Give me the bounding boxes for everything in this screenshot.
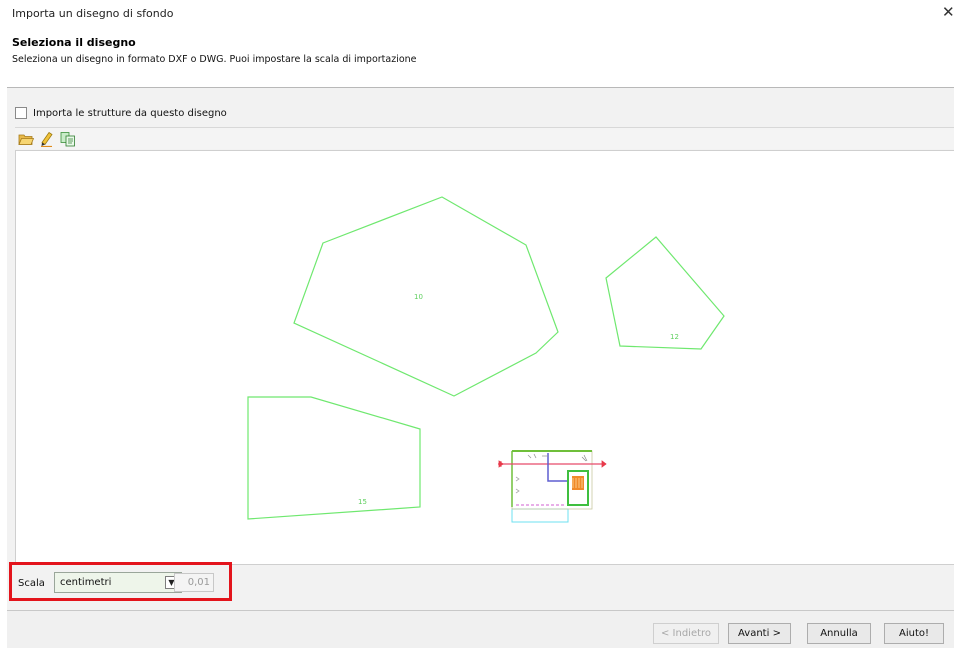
import-structures-label: Importa le strutture da questo disegno: [33, 107, 227, 119]
room-label-15: 15: [358, 498, 367, 506]
room-outline-10: [293, 196, 559, 397]
import-structures-option[interactable]: Importa le strutture da questo disegno: [15, 106, 227, 120]
page-title: Seleziona il disegno: [12, 36, 136, 49]
wizard-header: Seleziona il disegno Seleziona un disegn…: [7, 24, 954, 88]
room-label-10: 10: [414, 293, 423, 301]
close-icon[interactable]: ✕: [942, 4, 954, 20]
drawing-preview[interactable]: 10 12 15: [15, 150, 954, 565]
wizard-footer: < Indietro Avanti > Annulla Aiuto!: [7, 610, 954, 648]
copy-icon[interactable]: [60, 131, 76, 147]
pencil-icon[interactable]: [39, 131, 55, 147]
next-button[interactable]: Avanti >: [728, 623, 791, 644]
floorplan-detail: [498, 450, 607, 523]
page-subtitle: Seleziona un disegno in formato DXF o DW…: [12, 54, 417, 65]
back-button[interactable]: < Indietro: [653, 623, 719, 644]
folder-open-icon[interactable]: [18, 131, 34, 147]
room-label-12: 12: [670, 333, 679, 341]
scale-highlight-annotation: [9, 562, 232, 601]
room-outline-15: [247, 396, 421, 520]
drawing-toolbar: [15, 127, 954, 149]
title-bar: Importa un disegno di sfondo ✕: [0, 0, 954, 24]
import-structures-checkbox[interactable]: [15, 107, 27, 119]
window-title: Importa un disegno di sfondo: [12, 7, 174, 20]
help-button[interactable]: Aiuto!: [884, 623, 944, 644]
cancel-button[interactable]: Annulla: [807, 623, 871, 644]
drawing-preview-svg: 10 12 15: [247, 196, 725, 523]
room-outline-12: [605, 236, 725, 350]
